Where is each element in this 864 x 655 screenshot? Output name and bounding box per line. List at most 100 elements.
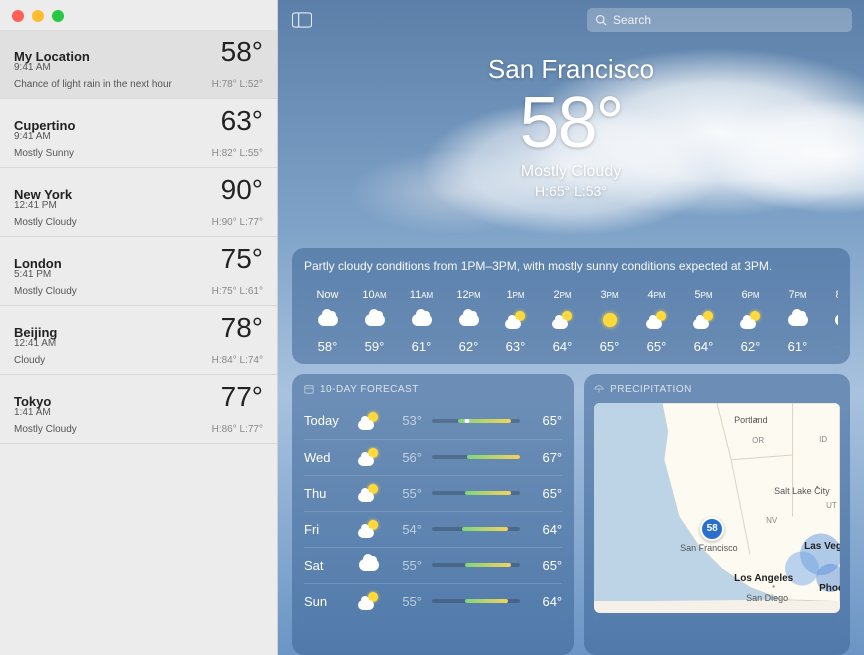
partly-cloudy-icon [358, 520, 380, 538]
hour-item: 3PM65° [586, 289, 633, 354]
hour-label: 10AM [362, 289, 386, 301]
map-city-label: Las Vegas [804, 541, 840, 552]
location-temp: 90° [221, 174, 263, 206]
partly-cloudy-icon [646, 311, 668, 329]
map-city-label: Phoenix [819, 583, 840, 594]
partly-cloudy-icon [740, 311, 762, 329]
location-item[interactable]: Beijing12:41 AM78°CloudyH:84° L:74° [0, 306, 277, 375]
location-hilo: H:78° L:52° [212, 79, 263, 90]
forecast-row[interactable]: Today53°65° [304, 403, 562, 439]
forecast-list: Today53°65°Wed56°67°Thu55°65°Fri54°64°Sa… [304, 403, 562, 619]
hour-item: 2PM 64° [539, 289, 586, 354]
location-hilo: H:82° L:55° [212, 148, 263, 159]
partly-cloudy-icon [358, 592, 380, 610]
location-condition: Chance of light rain in the next hour [14, 79, 172, 90]
forecast-low: 54° [390, 522, 422, 537]
toolbar [278, 0, 864, 40]
hour-label: 6PM [741, 289, 759, 301]
precipitation-card[interactable]: PRECIPITATION [584, 374, 850, 655]
map-city-label: San Francisco [680, 543, 738, 553]
forecast-day: Sun [304, 594, 348, 609]
minimize-window-button[interactable] [32, 10, 44, 22]
map-svg [594, 403, 840, 602]
partly-cloudy-icon [505, 311, 527, 329]
hour-label: 1PM [506, 289, 524, 301]
temp-range-bar [432, 455, 520, 459]
precipitation-header: PRECIPITATION [594, 384, 840, 395]
hour-temp: 59° [365, 339, 385, 354]
temp-range-bar [432, 419, 520, 423]
forecast-row[interactable]: Thu55°65° [304, 475, 562, 511]
hour-temp: 63° [506, 339, 526, 354]
main-pane: San Francisco 58° Mostly Cloudy H:65° L:… [278, 0, 864, 655]
ten-day-forecast-card[interactable]: 10-DAY FORECAST Today53°65°Wed56°67°Thu5… [292, 374, 574, 655]
forecast-high: 65° [530, 558, 562, 573]
hour-temp: 61° [788, 339, 808, 354]
umbrella-icon [594, 384, 604, 394]
location-condition: Mostly Cloudy [14, 217, 77, 228]
forecast-low: 55° [390, 486, 422, 501]
sidebar-icon [292, 12, 312, 28]
fullscreen-window-button[interactable] [52, 10, 64, 22]
precipitation-map[interactable]: PortlandORIDSalt Lake CityUTNVSan Franci… [594, 403, 840, 613]
forecast-low: 55° [390, 594, 422, 609]
toggle-sidebar-button[interactable] [290, 10, 314, 30]
map-city-label: ID [819, 435, 827, 444]
location-hilo: H:86° L:77° [212, 424, 263, 435]
cloud-icon [835, 314, 839, 326]
location-hilo: H:84° L:74° [212, 355, 263, 366]
search-input[interactable] [613, 13, 844, 27]
partly-cloudy-icon [693, 311, 715, 329]
forecast-low: 55° [390, 558, 422, 573]
forecast-low: 53° [390, 413, 422, 428]
forecast-row[interactable]: Sun55°64° [304, 583, 562, 619]
hourly-list[interactable]: Now58°10AM59°11AM61°12PM62°1PM63°2PM64°3… [304, 289, 838, 354]
location-item[interactable]: New York12:41 PM90°Mostly CloudyH:90° L:… [0, 168, 277, 237]
hour-label: 7PM [788, 289, 806, 301]
map-city-label: San Diego [746, 593, 788, 603]
forecast-row[interactable]: Sat55°65° [304, 547, 562, 583]
hour-item: 1PM 63° [492, 289, 539, 354]
location-item[interactable]: My Location9:41 AM58°Chance of light rai… [0, 30, 277, 99]
location-item[interactable]: London5:41 PM75°Mostly CloudyH:75° L:61° [0, 237, 277, 306]
cloud-icon [459, 314, 479, 326]
search-field[interactable] [587, 8, 852, 32]
hour-label: 8PM [835, 289, 838, 301]
hour-temp: 62° [459, 339, 479, 354]
hour-item: 11AM61° [398, 289, 445, 354]
location-condition: Mostly Cloudy [14, 424, 77, 435]
forecast-row[interactable]: Wed56°67° [304, 439, 562, 475]
hour-label: 4PM [647, 289, 665, 301]
map-city-label: UT [826, 501, 837, 510]
close-window-button[interactable] [12, 10, 24, 22]
calendar-icon [304, 384, 314, 394]
current-city: San Francisco [278, 54, 864, 85]
location-temp: 58° [221, 36, 263, 68]
window-controls [0, 0, 277, 30]
cloud-icon [318, 314, 338, 326]
current-condition: Mostly Cloudy [278, 163, 864, 181]
partly-cloudy-icon [358, 448, 380, 466]
forecast-high: 65° [530, 486, 562, 501]
hour-temp: 60 [837, 339, 838, 354]
hour-item: 10AM 59° [351, 289, 398, 354]
location-item[interactable]: Tokyo1:41 AM77°Mostly CloudyH:86° L:77° [0, 375, 277, 444]
hour-item: 8PM 60 [821, 289, 838, 354]
location-hilo: H:90° L:77° [212, 217, 263, 228]
location-item[interactable]: Cupertino9:41 AM63°Mostly SunnyH:82° L:5… [0, 99, 277, 168]
map-current-location-pin[interactable]: 58 [700, 517, 724, 541]
hour-label: 12PM [456, 289, 480, 301]
temp-range-bar [432, 563, 520, 567]
hourly-forecast-card[interactable]: Partly cloudy conditions from 1PM–3PM, w… [292, 248, 850, 364]
hour-temp: 64° [553, 339, 573, 354]
current-temperature: 58° [278, 87, 864, 159]
hour-label: 3PM [600, 289, 618, 301]
forecast-row[interactable]: Fri54°64° [304, 511, 562, 547]
search-icon [595, 14, 607, 26]
location-temp: 75° [221, 243, 263, 275]
hour-item: 4PM65° [633, 289, 680, 354]
locations-list[interactable]: My Location9:41 AM58°Chance of light rai… [0, 30, 277, 655]
hourly-summary: Partly cloudy conditions from 1PM–3PM, w… [304, 258, 838, 275]
forecast-day: Fri [304, 522, 348, 537]
hour-label: 2PM [553, 289, 571, 301]
